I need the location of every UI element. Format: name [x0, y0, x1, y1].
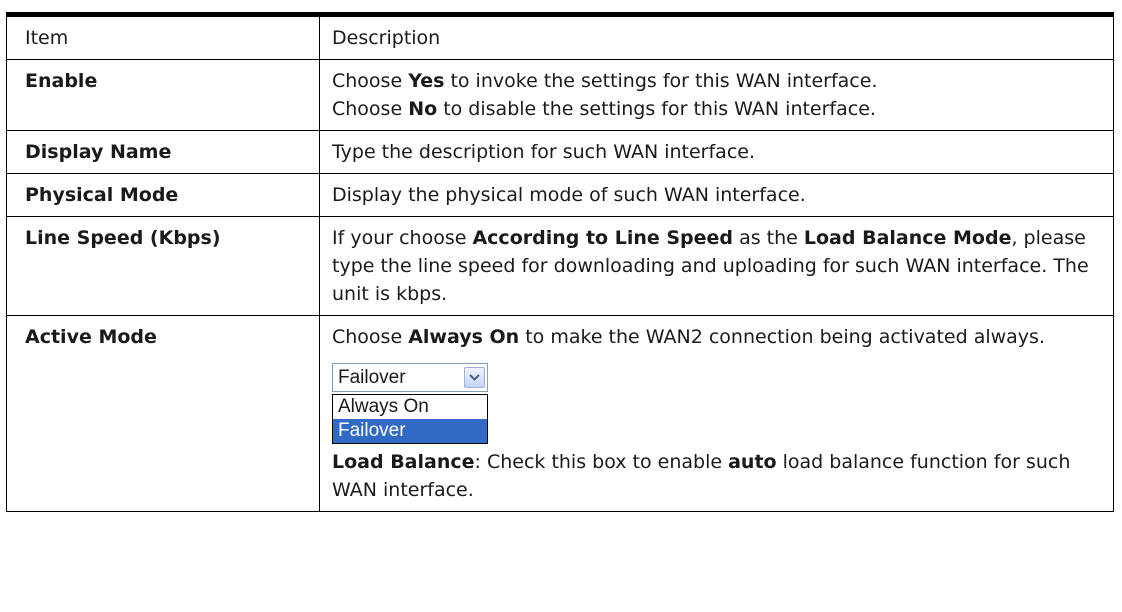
table-row: Physical Mode Display the physical mode …	[6, 173, 1114, 217]
settings-description-table: Item Description Enable Choose Yes to in…	[6, 12, 1114, 512]
desc-paragraph: If your choose According to Line Speed a…	[332, 224, 1101, 308]
keyword: auto	[728, 451, 777, 473]
desc-line: Choose No to disable the settings for th…	[332, 95, 1101, 123]
row-item-line-speed: Line Speed (Kbps)	[6, 216, 320, 316]
row-desc-display-name: Type the description for such WAN interf…	[319, 130, 1114, 174]
row-item-physical-mode: Physical Mode	[6, 173, 320, 217]
text: Choose	[332, 98, 409, 120]
row-desc-enable: Choose Yes to invoke the settings for th…	[319, 59, 1114, 131]
keyword: According to Line Speed	[472, 227, 734, 249]
keyword: Always On	[408, 326, 520, 348]
row-desc-active-mode: Choose Always On to make the WAN2 connec…	[319, 315, 1114, 512]
row-item-display-name: Display Name	[6, 130, 320, 174]
table-row: Active Mode Choose Always On to make the…	[6, 315, 1114, 512]
active-mode-select-illustration: Failover Always On Failover	[332, 363, 488, 444]
active-mode-select[interactable]: Failover	[332, 363, 488, 392]
header-description: Description	[319, 12, 1114, 60]
row-desc-physical-mode: Display the physical mode of such WAN in…	[319, 173, 1114, 217]
desc-line: Choose Yes to invoke the settings for th…	[332, 67, 1101, 95]
chevron-down-icon[interactable]	[464, 367, 485, 388]
text: Choose	[332, 70, 409, 92]
desc-paragraph: Load Balance: Check this box to enable a…	[332, 448, 1101, 504]
desc-paragraph: Choose Always On to make the WAN2 connec…	[332, 323, 1101, 351]
text: to invoke the settings for this WAN inte…	[444, 70, 878, 92]
table-row: Display Name Type the description for su…	[6, 130, 1114, 174]
keyword: Load Balance Mode	[803, 227, 1012, 249]
select-dropdown-list: Always On Failover	[332, 394, 488, 444]
keyword: Load Balance	[332, 451, 475, 473]
text: If your choose	[332, 227, 473, 249]
text: to disable the settings for this WAN int…	[437, 98, 876, 120]
row-item-enable: Enable	[6, 59, 320, 131]
text: to make the WAN2 connection being activa…	[519, 326, 1045, 348]
select-option-failover[interactable]: Failover	[333, 419, 487, 443]
keyword-yes: Yes	[408, 70, 445, 92]
select-option-always-on[interactable]: Always On	[333, 395, 487, 419]
row-desc-line-speed: If your choose According to Line Speed a…	[319, 216, 1114, 316]
select-value: Failover	[338, 366, 406, 388]
text: as the	[733, 227, 804, 249]
text: Choose	[332, 326, 409, 348]
header-item: Item	[6, 12, 320, 60]
table-row: Line Speed (Kbps) If your choose Accordi…	[6, 216, 1114, 316]
text: : Check this box to enable	[474, 451, 729, 473]
table-row: Enable Choose Yes to invoke the settings…	[6, 59, 1114, 131]
keyword-no: No	[408, 98, 438, 120]
table-header-row: Item Description	[6, 12, 1114, 60]
row-item-active-mode: Active Mode	[6, 315, 320, 512]
